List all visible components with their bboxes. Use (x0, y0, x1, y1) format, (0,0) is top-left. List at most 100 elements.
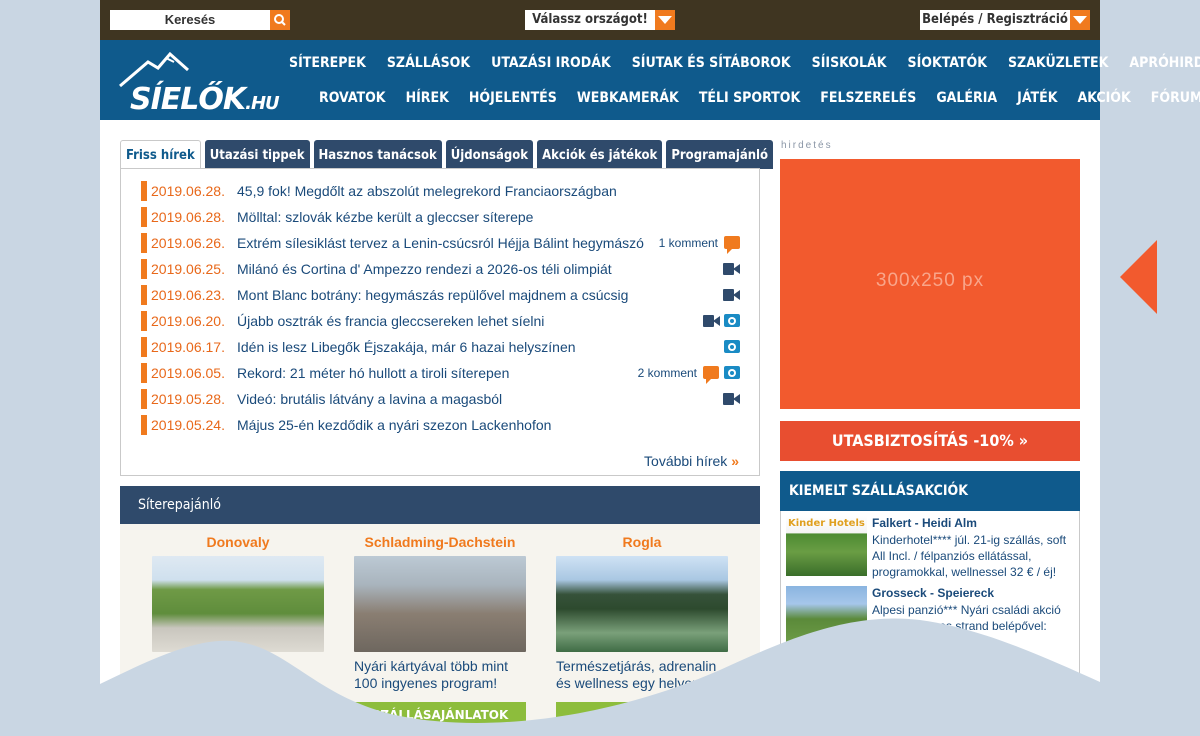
nav-item-szakuzletek[interactable]: SZAKÜZLETEK (1008, 55, 1108, 71)
more-news-label: További hírek (644, 453, 728, 469)
country-select[interactable]: Válassz országot! (525, 10, 655, 30)
nav-item-webkamerak[interactable]: WEBKAMERÁK (577, 90, 679, 106)
news-date: 2019.06.26. (151, 235, 225, 251)
nav-item-siterepek[interactable]: SÍTEREPEK (289, 55, 366, 71)
main-navigation: SÍELŐK.HU SÍTEREPEK SZÁLLÁSOK UTAZÁSI IR… (100, 40, 1200, 120)
ad-banner[interactable]: 300x250 px (780, 159, 1080, 409)
bullet-bar (141, 311, 147, 331)
news-title[interactable]: Videó: brutális látvány a lavina a magas… (237, 389, 502, 409)
tab-utazasi-tippek[interactable]: Utazási tippek (204, 140, 310, 169)
list-item[interactable]: Kinder Hotels Falkert - Heidi Alm Kinder… (786, 516, 1076, 580)
list-item[interactable]: 2019.06.05. Rekord: 21 méter hó hullott … (141, 363, 741, 384)
nav-item-siutak[interactable]: SÍUTAK ÉS SÍTÁBOROK (632, 55, 791, 71)
tab-akciok-es-jatekok[interactable]: Akciók és játékok (537, 140, 663, 169)
nav-item-galeria[interactable]: GALÉRIA (936, 90, 997, 106)
news-date: 2019.06.28. (151, 183, 225, 199)
resort-name[interactable]: Rogla (556, 534, 728, 550)
deal-name[interactable]: Falkert - Heidi Alm (872, 516, 977, 530)
logo-main-text: SÍELŐK (130, 82, 246, 117)
list-item[interactable]: 2019.06.28. 45,9 fok! Megdőlt az abszolú… (141, 181, 741, 201)
resort-name[interactable]: Schladming-Dachstein (354, 534, 526, 550)
news-date: 2019.06.17. (151, 339, 225, 355)
list-item[interactable]: 2019.06.23. Mont Blanc botrány: hegymász… (141, 285, 741, 305)
nav-item-forum[interactable]: FÓRUM (1151, 90, 1200, 106)
news-title[interactable]: Mont Blanc botrány: hegymászás repülővel… (237, 285, 628, 305)
thumb-logo-text: Kinder Hotels (788, 518, 865, 529)
side-tab-arrow-icon[interactable] (1120, 240, 1157, 314)
video-icon (723, 289, 740, 301)
more-news-link[interactable]: További hírek » (644, 453, 739, 469)
comment-icon (724, 236, 740, 254)
news-tabs: Friss hírek Utazási tippek Hasznos tanác… (120, 140, 774, 169)
tab-programajanlo[interactable]: Programajánló (666, 140, 774, 169)
list-item[interactable]: 2019.06.28. Mölltal: szlovák kézbe kerül… (141, 207, 741, 227)
nav-item-hirek[interactable]: HÍREK (406, 90, 449, 106)
search-icon (274, 14, 286, 26)
news-title[interactable]: Újabb osztrák és francia gleccsereken le… (237, 311, 544, 331)
nav-item-jatek[interactable]: JÁTÉK (1017, 90, 1057, 106)
bullet-bar (141, 389, 147, 409)
login-dropdown-button[interactable] (1070, 10, 1090, 30)
video-icon (723, 263, 740, 275)
comment-icon (703, 366, 719, 384)
nav-item-utazasi-irodak[interactable]: UTAZÁSI IRODÁK (491, 55, 611, 71)
nav-item-hojelentes[interactable]: HÓJELENTÉS (469, 90, 557, 106)
list-item[interactable]: 2019.05.28. Videó: brutális látvány a la… (141, 389, 741, 409)
nav-item-rovatok[interactable]: ROVATOK (319, 90, 386, 106)
bullet-bar (141, 207, 147, 227)
news-date: 2019.06.05. (151, 365, 225, 381)
chevron-down-icon (1073, 16, 1087, 24)
nav-item-teli-sportok[interactable]: TÉLI SPORTOK (699, 90, 800, 106)
bullet-bar (141, 181, 147, 201)
news-date: 2019.06.23. (151, 287, 225, 303)
news-list: 2019.06.28. 45,9 fok! Megdőlt az abszolú… (120, 168, 760, 476)
bullet-bar (141, 233, 147, 253)
news-title[interactable]: Milánó és Cortina d' Ampezzo rendezi a 2… (237, 259, 612, 279)
news-date: 2019.05.24. (151, 417, 225, 433)
news-title[interactable]: 45,9 fok! Megdőlt az abszolút melegrekor… (237, 181, 617, 201)
deal-name[interactable]: Grosseck - Speiereck (872, 586, 994, 600)
country-dropdown-button[interactable] (655, 10, 675, 30)
video-icon (723, 393, 740, 405)
nav-item-aprohirdetesek[interactable]: APRÓHIRDETÉSEK (1129, 55, 1200, 71)
bullet-bar (141, 363, 147, 383)
logo-suffix-text: .HU (245, 93, 280, 114)
login-link[interactable]: Belépés / Regisztráció (920, 10, 1070, 30)
search-button[interactable] (270, 10, 290, 30)
bullet-bar (141, 259, 147, 279)
tab-hasznos-tanacsok[interactable]: Hasznos tanácsok (313, 140, 442, 169)
news-date: 2019.06.20. (151, 313, 225, 329)
news-title[interactable]: Extrém sílesiklást tervez a Lenin-csúcsr… (237, 233, 644, 253)
nav-item-szallasok[interactable]: SZÁLLÁSOK (387, 55, 470, 71)
list-item[interactable]: 2019.06.20. Újabb osztrák és francia gle… (141, 311, 741, 331)
camera-icon (724, 366, 740, 379)
camera-icon (724, 340, 740, 353)
news-title[interactable]: Május 25-én kezdődik a nyári szezon Lack… (237, 415, 551, 435)
list-item[interactable]: 2019.05.24. Május 25-én kezdődik a nyári… (141, 415, 741, 435)
list-item[interactable]: 2019.06.17. Idén is lesz Libegők Éjszaká… (141, 337, 741, 357)
nav-item-siiskolak[interactable]: SÍISKOLÁK (812, 55, 887, 71)
comment-count[interactable]: 1 komment (659, 233, 718, 253)
nav-row-secondary: ROVATOK HÍREK HÓJELENTÉS WEBKAMERÁK TÉLI… (319, 90, 1200, 106)
list-item[interactable]: 2019.06.25. Milánó és Cortina d' Ampezzo… (141, 259, 741, 279)
nav-item-sioktatok[interactable]: SÍOKTATÓK (908, 55, 987, 71)
deal-thumbnail[interactable]: Kinder Hotels (786, 516, 867, 576)
list-item[interactable]: 2019.06.26. Extrém sílesiklást tervez a … (141, 233, 741, 254)
tab-ujdonsagok[interactable]: Újdonságok (445, 140, 534, 169)
nav-item-akciok[interactable]: AKCIÓK (1077, 90, 1130, 106)
double-chevron-right-icon: » (731, 453, 739, 469)
news-date: 2019.05.28. (151, 391, 225, 407)
nav-item-felszereles[interactable]: FELSZERELÉS (820, 90, 916, 106)
site-logo[interactable]: SÍELŐK.HU (118, 48, 280, 117)
tab-friss-hirek[interactable]: Friss hírek (120, 140, 201, 169)
search-input[interactable]: Keresés (110, 10, 270, 30)
comment-count[interactable]: 2 komment (638, 363, 697, 383)
resort-name[interactable]: Donovaly (152, 534, 324, 550)
news-title[interactable]: Idén is lesz Libegők Éjszakája, már 6 ha… (237, 337, 576, 357)
travel-insurance-button[interactable]: UTASBIZTOSÍTÁS -10% » (780, 421, 1080, 461)
bullet-bar (141, 285, 147, 305)
news-date: 2019.06.28. (151, 209, 225, 225)
news-title[interactable]: Mölltal: szlovák kézbe került a gleccser… (237, 207, 533, 227)
news-title[interactable]: Rekord: 21 méter hó hullott a tiroli sít… (237, 363, 509, 383)
chevron-down-icon (658, 16, 672, 24)
